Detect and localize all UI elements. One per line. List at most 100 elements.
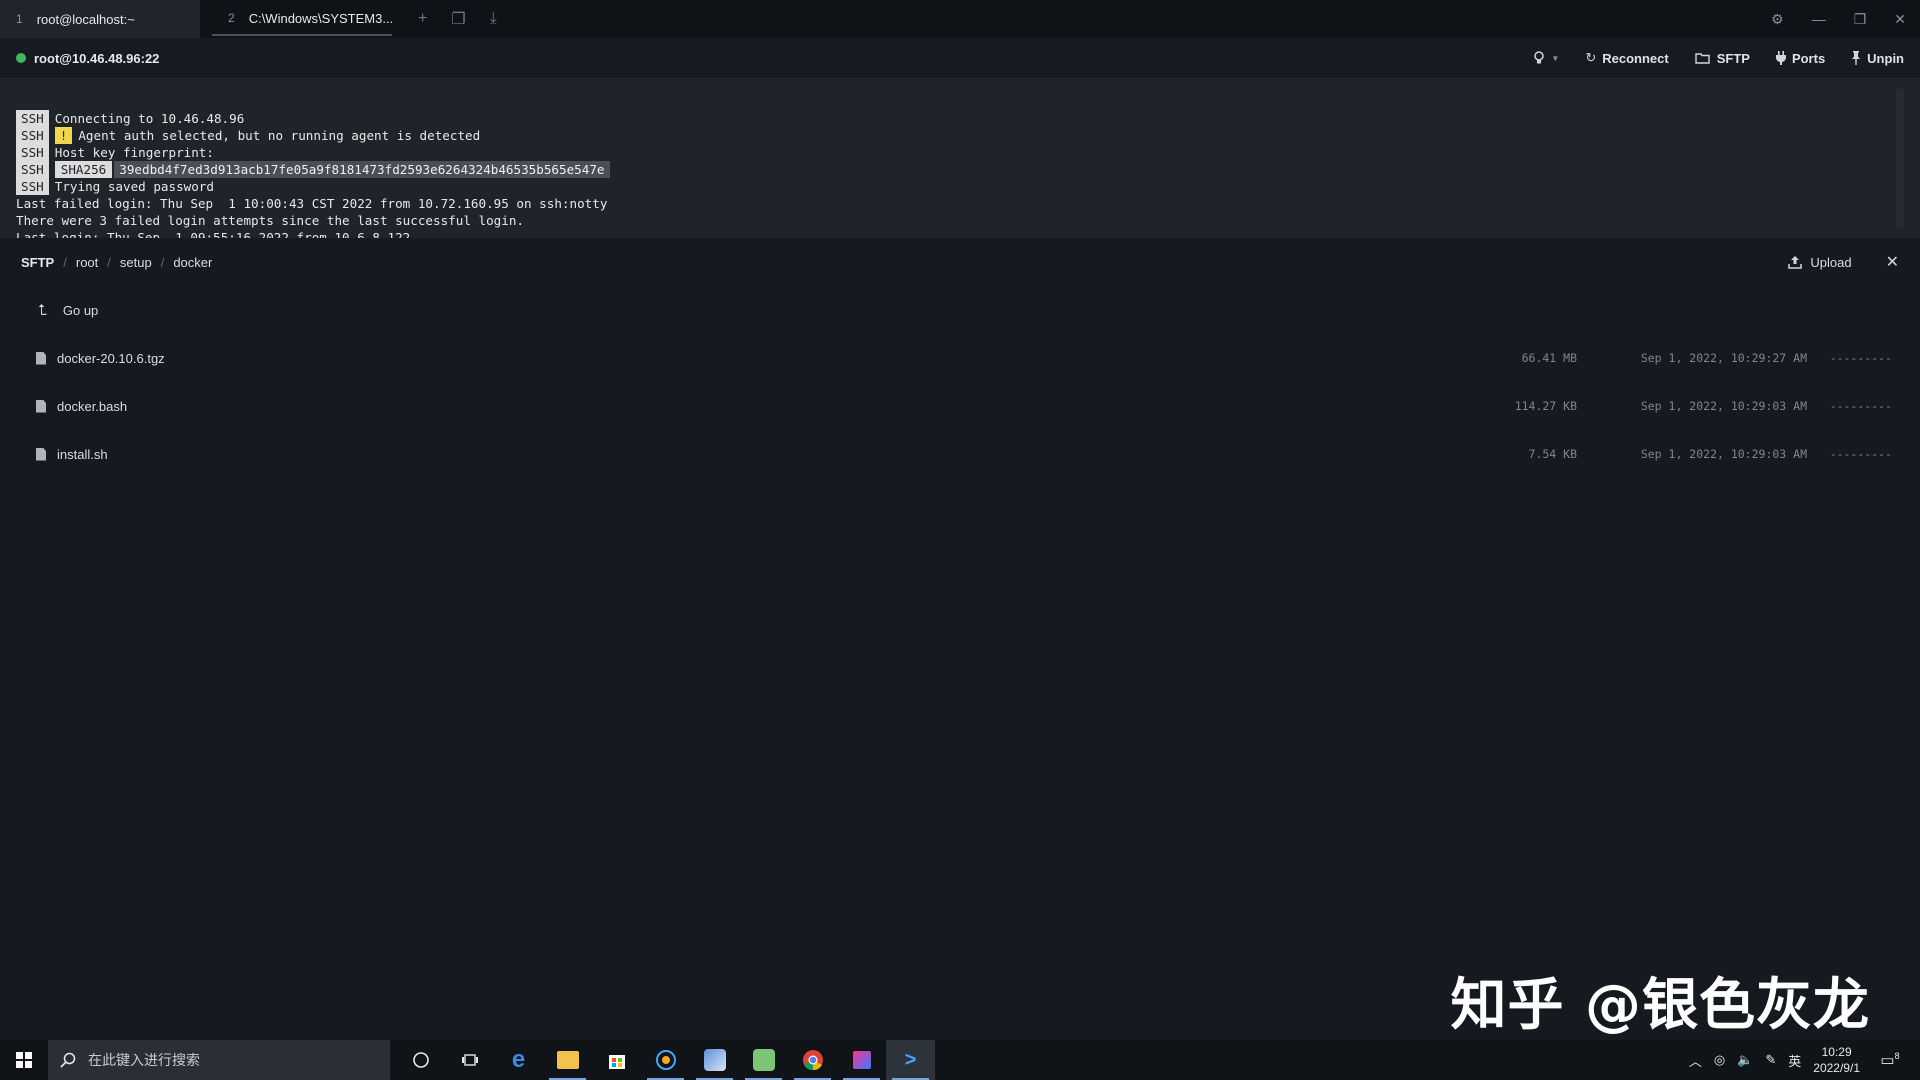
warning-tag: ! (54, 127, 73, 144)
chevron-down-icon: ▼ (1551, 53, 1560, 63)
file-row[interactable]: install.sh 7.54 KB Sep 1, 2022, 10:29:03… (36, 430, 1892, 478)
browser-icon[interactable] (641, 1040, 690, 1080)
lightbulb-icon (1534, 51, 1545, 64)
close-icon[interactable]: ✕ (1894, 11, 1906, 28)
unpin-label: Unpin (1867, 50, 1904, 66)
tab-actions: + ❐ ⤓ (418, 0, 497, 38)
tab-number: 1 (16, 12, 23, 26)
taskbar-search-box[interactable]: 在此键入进行搜索 (48, 1040, 390, 1080)
search-placeholder: 在此键入进行搜索 (88, 1052, 200, 1068)
ssh-tag: SSH (16, 161, 49, 178)
terminal-line: There were 3 failed login attempts since… (16, 213, 524, 228)
file-modified: Sep 1, 2022, 10:29:03 AM (1640, 447, 1807, 461)
session-toolbar: root@10.46.48.96:22 ▼ ↻ Reconnect SFTP P… (0, 38, 1920, 78)
file-meta: 7.54 KB Sep 1, 2022, 10:29:03 AM -------… (1467, 447, 1892, 461)
reconnect-label: Reconnect (1602, 50, 1669, 66)
upload-label: Upload (1810, 254, 1852, 270)
fingerprint-value: 39edbd4f7ed3d913acb17fe05a9f8181473fd259… (114, 161, 610, 178)
store-icon[interactable] (592, 1040, 641, 1080)
taskbar-apps: e > (396, 1040, 935, 1080)
download-icon[interactable]: ⤓ (490, 10, 497, 28)
file-explorer-icon[interactable] (543, 1040, 592, 1080)
notification-center-icon[interactable]: ▭ 8 (1872, 1051, 1908, 1069)
lightbulb-menu[interactable]: ▼ (1533, 51, 1559, 65)
terminal-line: SSH Trying saved password (16, 178, 1920, 195)
file-modified: Sep 1, 2022, 10:29:03 AM (1640, 399, 1807, 413)
folder-open-icon (1695, 53, 1710, 64)
terminal-text: Agent auth selected, but no running agen… (78, 128, 481, 143)
close-sftp-icon[interactable]: ✕ (1886, 252, 1899, 272)
go-up-label: Go up (62, 302, 99, 318)
task-view-icon[interactable] (445, 1040, 494, 1080)
cortana-icon[interactable] (396, 1040, 445, 1080)
clock-time: 10:29 (1821, 1045, 1852, 1059)
file-row[interactable]: docker.bash 114.27 KB Sep 1, 2022, 10:29… (36, 382, 1892, 430)
file-permissions: --------- (1829, 399, 1892, 413)
connection-status-dot (16, 53, 26, 63)
ssh-tag: SSH (16, 110, 49, 127)
unpin-button[interactable]: Unpin (1851, 51, 1904, 66)
file-icon (36, 351, 46, 365)
notification-count: 8 (1894, 1051, 1900, 1061)
breadcrumb-separator: / (160, 254, 165, 270)
file-meta: 66.41 MB Sep 1, 2022, 10:29:27 AM ------… (1467, 351, 1892, 365)
chrome-icon[interactable] (788, 1040, 837, 1080)
chevron-up-icon[interactable]: ︿ (1689, 1051, 1702, 1070)
jetbrains-icon[interactable] (837, 1040, 886, 1080)
clock-date: 2022/9/1 (1813, 1061, 1860, 1075)
message-icon: ▭ (1880, 1052, 1895, 1069)
ssh-tag: SSH (16, 178, 49, 195)
new-tab-icon[interactable]: + (418, 10, 427, 28)
remote-app-icon[interactable] (690, 1040, 739, 1080)
file-name: docker.bash (57, 398, 128, 414)
minimize-icon[interactable]: — (1812, 11, 1826, 27)
watermark: 知乎 @银色灰龙 (1450, 973, 1870, 1038)
breadcrumb-root[interactable]: root (76, 255, 98, 270)
notepad-icon[interactable] (739, 1040, 788, 1080)
terminal-scrollbar[interactable] (1896, 88, 1904, 228)
pen-icon[interactable]: ✎ (1765, 1052, 1776, 1068)
clock[interactable]: 10:29 2022/9/1 (1813, 1044, 1860, 1076)
go-up-row[interactable]: ⮤ Go up (36, 286, 1892, 334)
file-meta: 114.27 KB Sep 1, 2022, 10:29:03 AM -----… (1467, 399, 1892, 413)
terminal-line: SSH Connecting to 10.46.48.96 (16, 110, 1920, 127)
tab-root-localhost[interactable]: 1 root@localhost:~ (0, 0, 200, 38)
window-controls: ⚙ — ❐ ✕ (1771, 0, 1920, 38)
ime-indicator[interactable]: 英 (1788, 1051, 1801, 1070)
ports-button[interactable]: Ports (1775, 51, 1825, 66)
system-tray: ︿ ◎ 🔈 ✎ 英 10:29 2022/9/1 ▭ 8 (1689, 1044, 1920, 1076)
breadcrumb-sftp[interactable]: SFTP (21, 255, 54, 270)
windows-logo-icon (16, 1052, 32, 1068)
restore-icon[interactable]: ❐ (1854, 11, 1867, 28)
volume-icon[interactable]: 🔈 (1737, 1052, 1753, 1068)
session-tools: ▼ ↻ Reconnect SFTP Ports Unpin (1533, 50, 1904, 66)
upload-icon (1788, 256, 1803, 269)
reconnect-icon: ↻ (1585, 50, 1597, 65)
sftp-panel: SFTP / root / setup / docker Upload ✕ ⮤ … (0, 238, 1920, 1040)
file-modified: Sep 1, 2022, 10:29:27 AM (1640, 351, 1807, 365)
file-row[interactable]: docker-20.10.6.tgz 66.41 MB Sep 1, 2022,… (36, 334, 1892, 382)
split-tab-icon[interactable]: ❐ (451, 9, 465, 29)
start-button[interactable] (0, 1040, 48, 1080)
terminal-output[interactable]: SSH Connecting to 10.46.48.96 SSH! Agent a… (0, 78, 1920, 238)
breadcrumb-docker[interactable]: docker (173, 255, 212, 270)
tab-bar: 1 root@localhost:~ 2 C:\Windows\SYSTEM3.… (0, 0, 1920, 38)
file-permissions: --------- (1829, 351, 1892, 365)
plug-icon (1775, 51, 1786, 65)
tabby-terminal-icon[interactable]: > (886, 1040, 935, 1080)
breadcrumb-setup[interactable]: setup (120, 255, 152, 270)
reconnect-button[interactable]: ↻ Reconnect (1585, 50, 1668, 66)
edge-icon[interactable]: e (494, 1040, 543, 1080)
terminal-line: SSH! Agent auth selected, but no running … (16, 127, 1920, 144)
pin-icon (1852, 51, 1861, 65)
settings-icon[interactable]: ⚙ (1771, 11, 1784, 28)
upload-button[interactable]: Upload (1788, 254, 1852, 270)
ssh-tag: SSH (16, 144, 49, 161)
ssh-tag: SSH (16, 127, 49, 144)
breadcrumb: SFTP / root / setup / docker (21, 255, 212, 270)
tab-windows-cmd[interactable]: 2 C:\Windows\SYSTEM3... (212, 2, 393, 36)
terminal-line: SSH SHA256 39edbd4f7ed3d913acb17fe05a9f818… (16, 161, 1920, 178)
network-icon[interactable]: ◎ (1714, 1052, 1725, 1068)
sftp-actions: Upload ✕ (1788, 252, 1899, 272)
sftp-button[interactable]: SFTP (1695, 51, 1750, 66)
